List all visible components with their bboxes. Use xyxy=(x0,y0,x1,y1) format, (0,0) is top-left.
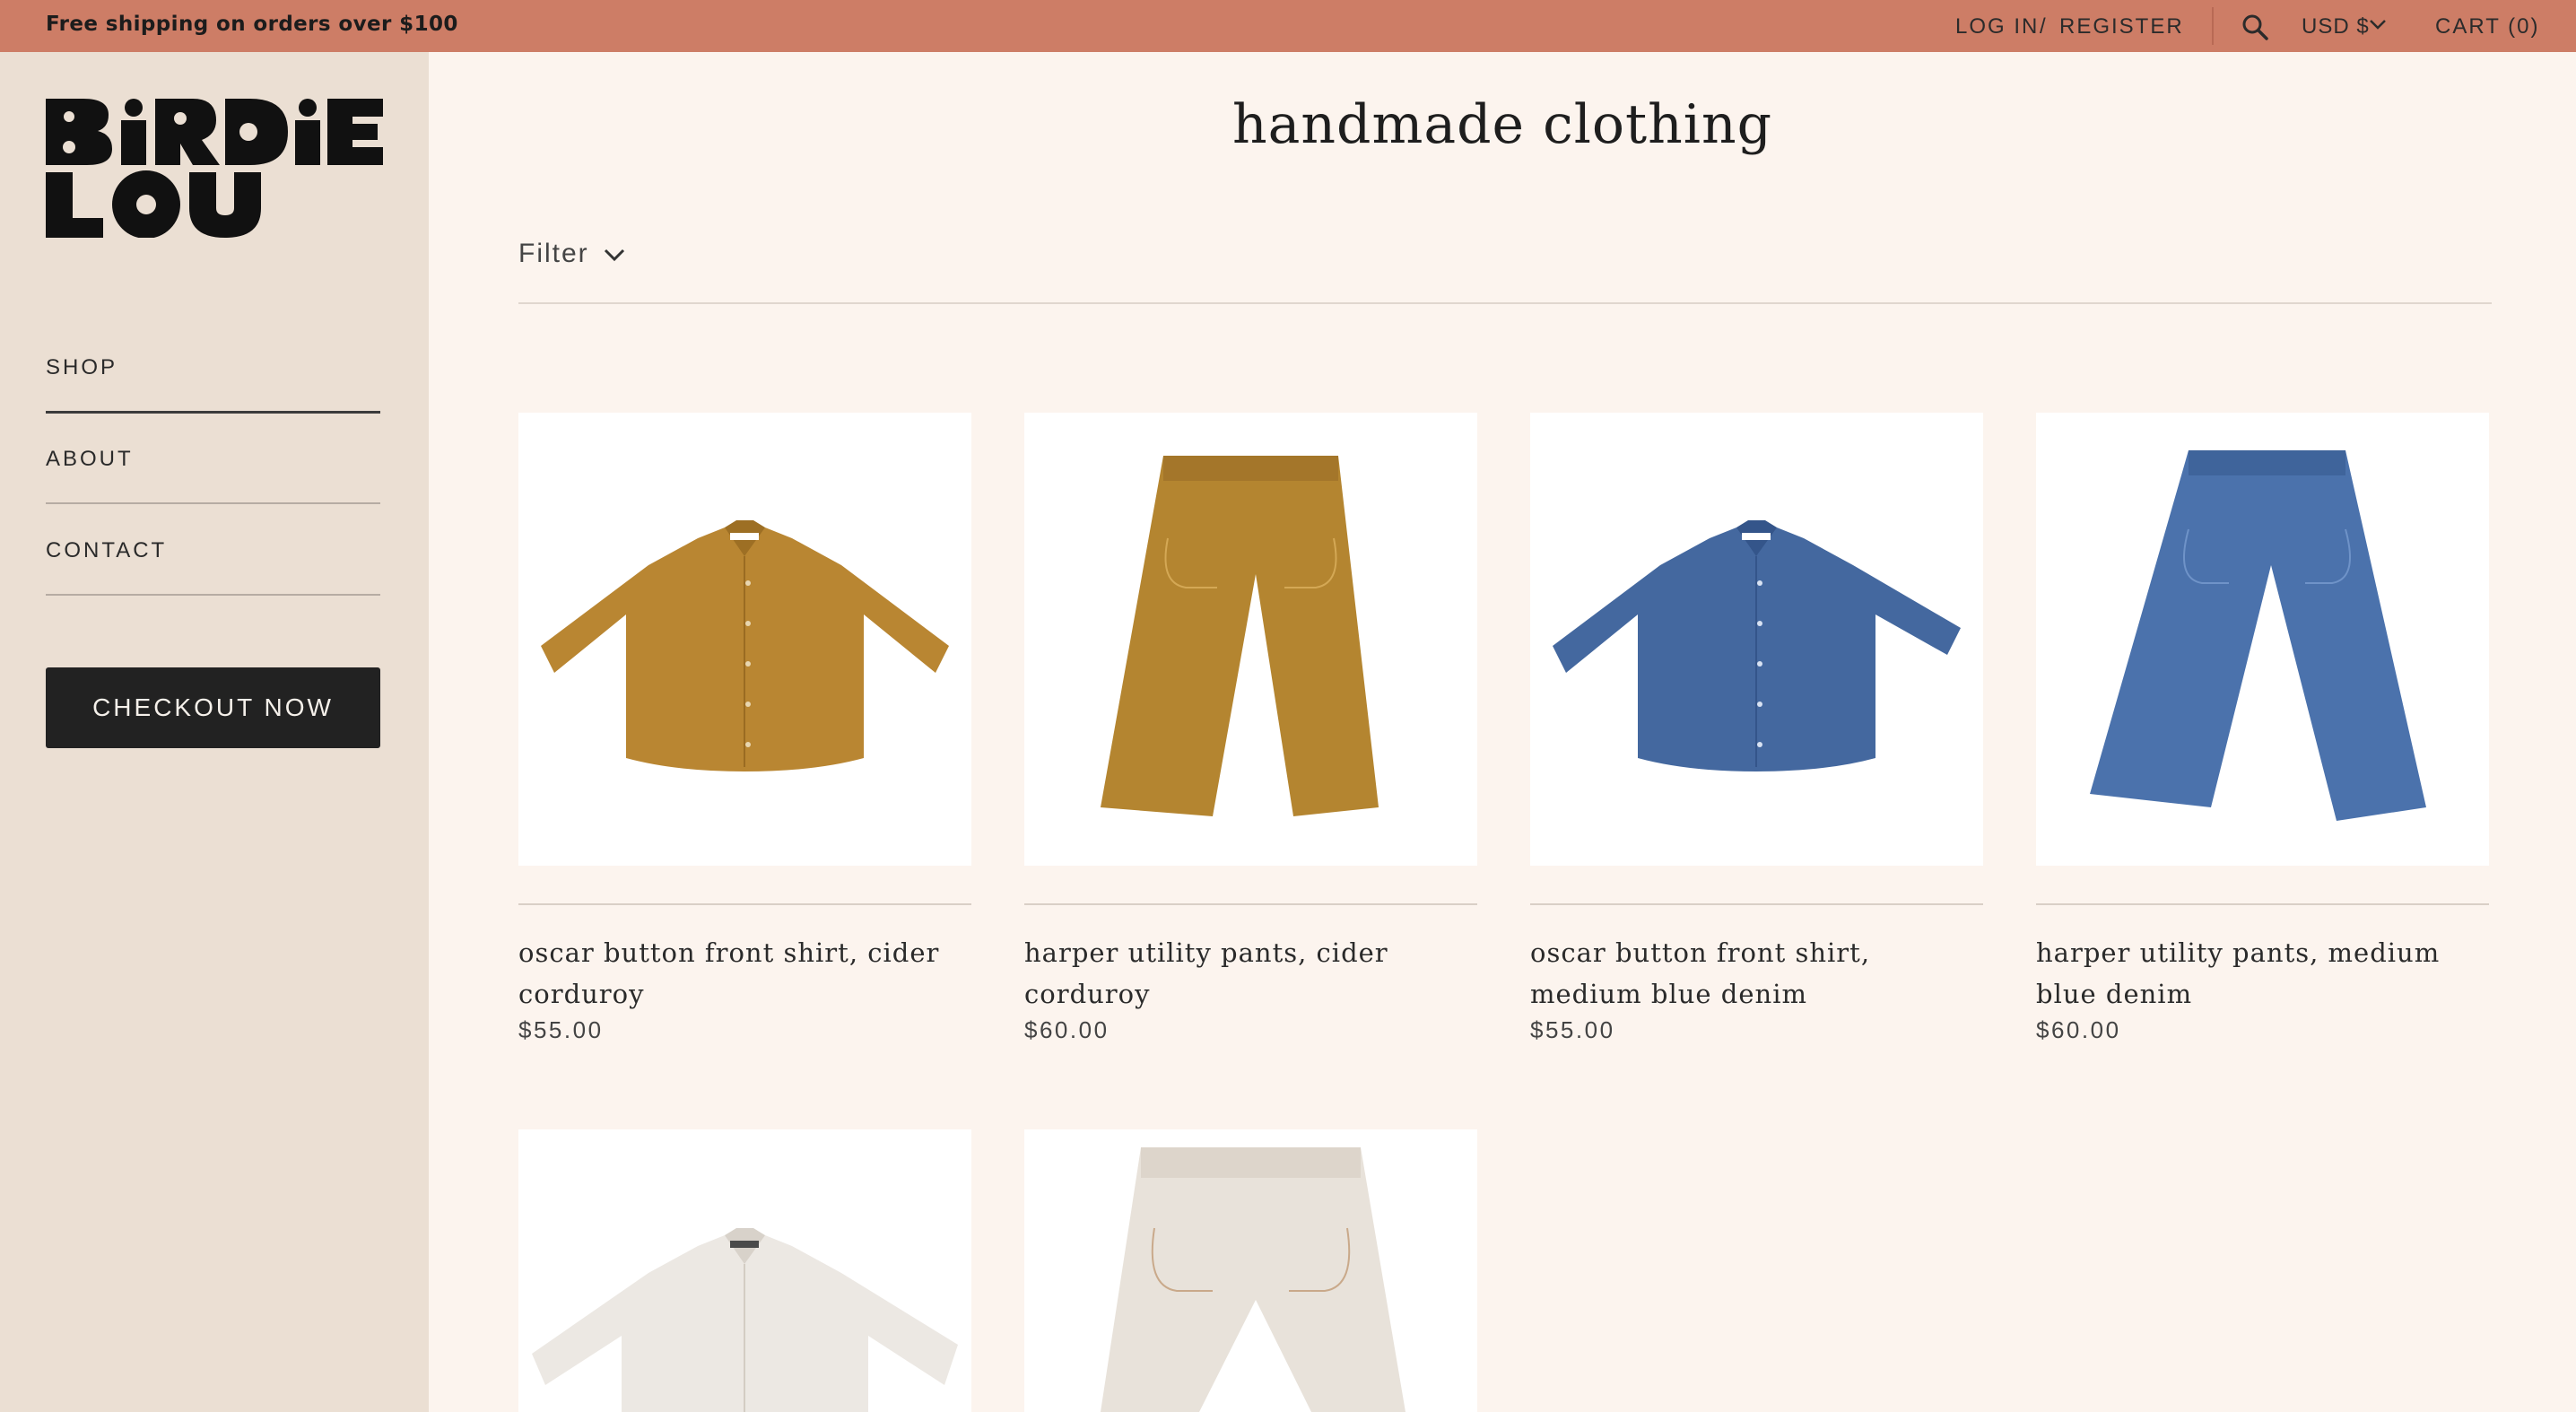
pants-body xyxy=(1101,456,1379,816)
sidebar: SHOP ABOUT CONTACT CHECKOUT NOW xyxy=(0,52,429,1412)
shirt-illustration xyxy=(541,520,949,771)
cart-link[interactable]: CART (0) xyxy=(2435,14,2539,39)
nav-label-contact: CONTACT xyxy=(46,538,168,562)
shirt-illustration xyxy=(1553,520,1961,771)
pants-illustration xyxy=(2090,450,2426,821)
brand-logo[interactable] xyxy=(46,99,383,238)
register-link[interactable]: REGISTER xyxy=(2059,14,2184,39)
pants-illustration xyxy=(1101,1147,1405,1412)
nav-item-contact[interactable]: CONTACT xyxy=(46,504,380,596)
product-card[interactable] xyxy=(518,1129,971,1412)
login-register-separator: / xyxy=(2040,14,2048,39)
product-card[interactable] xyxy=(1024,1129,1477,1412)
currency-selector[interactable]: USD $ xyxy=(2302,14,2370,39)
pants-body xyxy=(2090,450,2426,821)
product-name[interactable]: oscar button front shirt, cider corduroy xyxy=(518,932,971,1015)
product-image[interactable] xyxy=(1530,413,1983,866)
product-divider xyxy=(1024,903,1477,905)
filter-toggle[interactable]: Filter xyxy=(518,239,589,269)
product-image[interactable] xyxy=(1024,1129,1477,1412)
product-card[interactable]: oscar button front shirt, medium blue de… xyxy=(1530,413,1983,1044)
pants-body xyxy=(1101,1147,1405,1412)
product-price: $55.00 xyxy=(1530,1016,1615,1043)
product-image[interactable] xyxy=(518,413,971,866)
checkout-now-button[interactable]: CHECKOUT NOW xyxy=(46,667,380,748)
announcement-text: Free shipping on orders over $100 xyxy=(46,13,458,36)
product-image[interactable] xyxy=(518,1129,971,1412)
nav-item-shop[interactable]: SHOP xyxy=(46,321,380,414)
login-link[interactable]: LOG IN xyxy=(1955,14,2039,39)
product-card[interactable]: oscar button front shirt, cider corduroy… xyxy=(518,413,971,1044)
filter-chevron-down-icon[interactable] xyxy=(603,245,626,265)
product-divider xyxy=(2036,903,2489,905)
product-image[interactable] xyxy=(2036,413,2489,866)
chevron-down-icon[interactable] xyxy=(2368,16,2388,32)
nav-label-about: ABOUT xyxy=(46,447,134,471)
filter-divider xyxy=(518,302,2492,304)
product-card[interactable]: harper utility pants, cider corduroy $60… xyxy=(1024,413,1477,1044)
product-divider xyxy=(518,903,971,905)
product-card[interactable]: harper utility pants, medium blue denim … xyxy=(2036,413,2489,1044)
product-price: $55.00 xyxy=(518,1016,604,1043)
announcement-bar: Free shipping on orders over $100 LOG IN… xyxy=(0,0,2576,52)
header-divider xyxy=(2212,7,2214,45)
product-name[interactable]: harper utility pants, medium blue denim xyxy=(2036,932,2489,1015)
product-divider xyxy=(1530,903,1983,905)
product-name[interactable]: harper utility pants, cider corduroy xyxy=(1024,932,1477,1015)
product-image[interactable] xyxy=(1024,413,1477,866)
search-icon[interactable] xyxy=(2240,12,2270,42)
shirt-illustration xyxy=(532,1228,958,1412)
pants-illustration xyxy=(1101,456,1379,816)
product-name[interactable]: oscar button front shirt, medium blue de… xyxy=(1530,932,1983,1015)
nav-item-about[interactable]: ABOUT xyxy=(46,413,380,504)
nav-label-shop: SHOP xyxy=(46,355,118,379)
product-price: $60.00 xyxy=(2036,1016,2121,1043)
page-title: handmade clothing xyxy=(1231,93,1773,156)
product-price: $60.00 xyxy=(1024,1016,1110,1043)
